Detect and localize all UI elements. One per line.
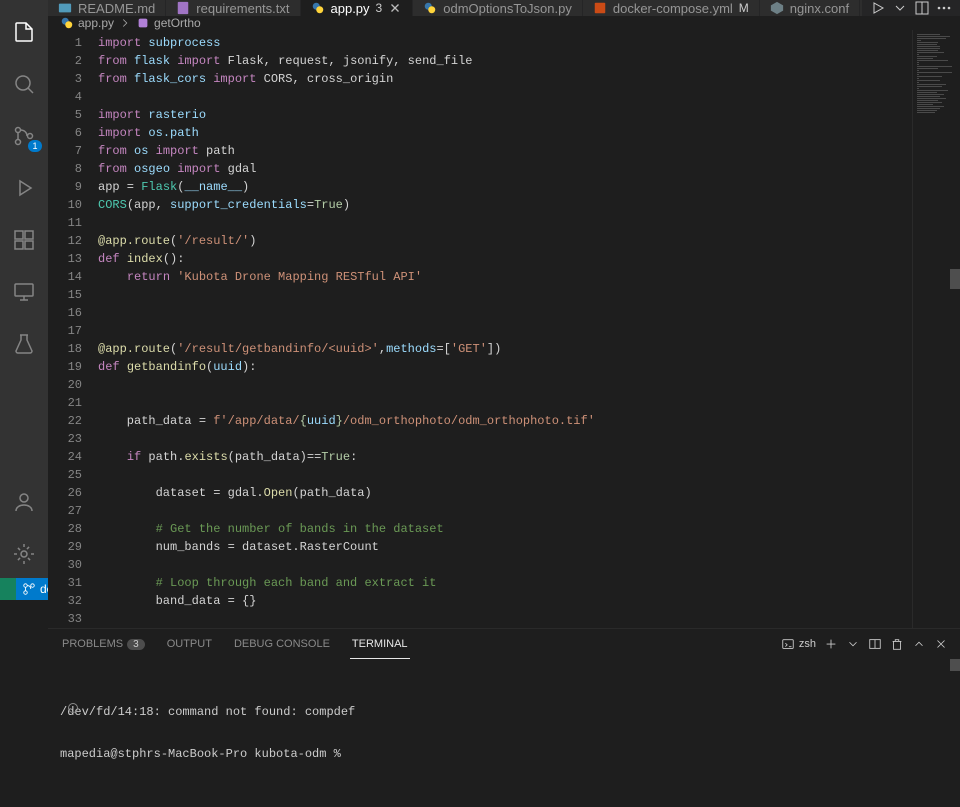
- scm-badge: 1: [28, 140, 42, 152]
- breadcrumb-file[interactable]: app.py: [78, 16, 114, 30]
- yaml-icon: [593, 1, 607, 15]
- breadcrumb-symbol[interactable]: getOrtho: [154, 16, 201, 30]
- panel: Problems 3 Output Debug Console Terminal…: [48, 628, 960, 807]
- panel-tab-terminal[interactable]: Terminal: [350, 629, 410, 659]
- tab-readme[interactable]: README.md: [48, 0, 166, 16]
- tab-modified-indicator: 3: [376, 1, 383, 15]
- branch-icon: [22, 582, 36, 596]
- testing-icon[interactable]: [0, 320, 48, 368]
- panel-tab-debug[interactable]: Debug Console: [232, 629, 332, 659]
- problems-badge: 3: [127, 639, 145, 650]
- tab-label: requirements.txt: [196, 1, 289, 16]
- trash-icon[interactable]: [890, 637, 904, 651]
- split-editor-icon[interactable]: [914, 0, 930, 16]
- python-icon: [423, 1, 437, 15]
- scrollbar[interactable]: [950, 30, 960, 628]
- tab-modified-indicator: M: [739, 1, 749, 15]
- search-icon[interactable]: [0, 60, 48, 108]
- extensions-icon[interactable]: [0, 216, 48, 264]
- tab-docker-compose[interactable]: docker-compose.yml M: [583, 0, 760, 16]
- text-icon: [176, 1, 190, 15]
- line-gutter: 1234567891011121314151617181920212223242…: [48, 30, 98, 628]
- chevron-up-icon[interactable]: [912, 637, 926, 651]
- tab-bar: README.md requirements.txt app.py 3 odmO…: [48, 0, 960, 16]
- tab-app-py[interactable]: app.py 3: [301, 0, 414, 16]
- python-icon: [60, 16, 74, 30]
- close-icon[interactable]: [388, 1, 402, 15]
- panel-tab-output[interactable]: Output: [165, 629, 214, 659]
- terminal-icon: [781, 637, 795, 651]
- decoration-icon: [68, 703, 78, 713]
- tab-nginx[interactable]: nginx.conf: [760, 0, 860, 16]
- scrollbar-thumb[interactable]: [950, 269, 960, 289]
- more-icon[interactable]: [936, 0, 952, 16]
- split-terminal-icon[interactable]: [868, 637, 882, 651]
- python-icon: [311, 1, 325, 15]
- source-control-icon[interactable]: 1: [0, 112, 48, 160]
- tab-label: docker-compose.yml: [613, 1, 733, 16]
- chevron-down-icon[interactable]: [846, 637, 860, 651]
- panel-tab-problems[interactable]: Problems 3: [60, 629, 147, 659]
- remote-indicator[interactable]: [0, 578, 16, 600]
- remote-explorer-icon[interactable]: [0, 268, 48, 316]
- run-icon[interactable]: [870, 0, 886, 16]
- tab-label: nginx.conf: [790, 1, 849, 16]
- tab-odmoptions[interactable]: odmOptionsToJson.py: [413, 0, 583, 16]
- explorer-icon[interactable]: [0, 8, 48, 56]
- chevron-right-icon: [118, 16, 132, 30]
- plus-icon[interactable]: [824, 637, 838, 651]
- tab-label: odmOptionsToJson.py: [443, 1, 572, 16]
- tab-label: app.py: [331, 1, 370, 16]
- terminal[interactable]: /dev/fd/14:18: command not found: compde…: [48, 659, 960, 807]
- tab-label: README.md: [78, 1, 155, 16]
- minimap[interactable]: [912, 30, 960, 628]
- settings-icon[interactable]: [0, 530, 48, 578]
- accounts-icon[interactable]: [0, 478, 48, 526]
- chevron-down-icon[interactable]: [892, 0, 908, 16]
- terminal-scrollbar[interactable]: [950, 659, 960, 671]
- config-icon: [770, 1, 784, 15]
- terminal-line: /dev/fd/14:18: command not found: compde…: [60, 705, 948, 719]
- tab-requirements[interactable]: requirements.txt: [166, 0, 300, 16]
- breadcrumbs[interactable]: app.py getOrtho: [48, 16, 960, 30]
- terminal-prompt: mapedia@stphrs-MacBook-Pro kubota-odm %: [60, 747, 948, 761]
- terminal-shell-select[interactable]: zsh: [781, 637, 816, 651]
- symbol-function-icon: [136, 16, 150, 30]
- close-icon[interactable]: [934, 637, 948, 651]
- code-content[interactable]: import subprocessfrom flask import Flask…: [98, 30, 912, 628]
- run-debug-icon[interactable]: [0, 164, 48, 212]
- activity-bar: 1: [0, 0, 48, 578]
- editor[interactable]: 1234567891011121314151617181920212223242…: [48, 30, 960, 628]
- markdown-icon: [58, 1, 72, 15]
- editor-actions: [862, 0, 960, 16]
